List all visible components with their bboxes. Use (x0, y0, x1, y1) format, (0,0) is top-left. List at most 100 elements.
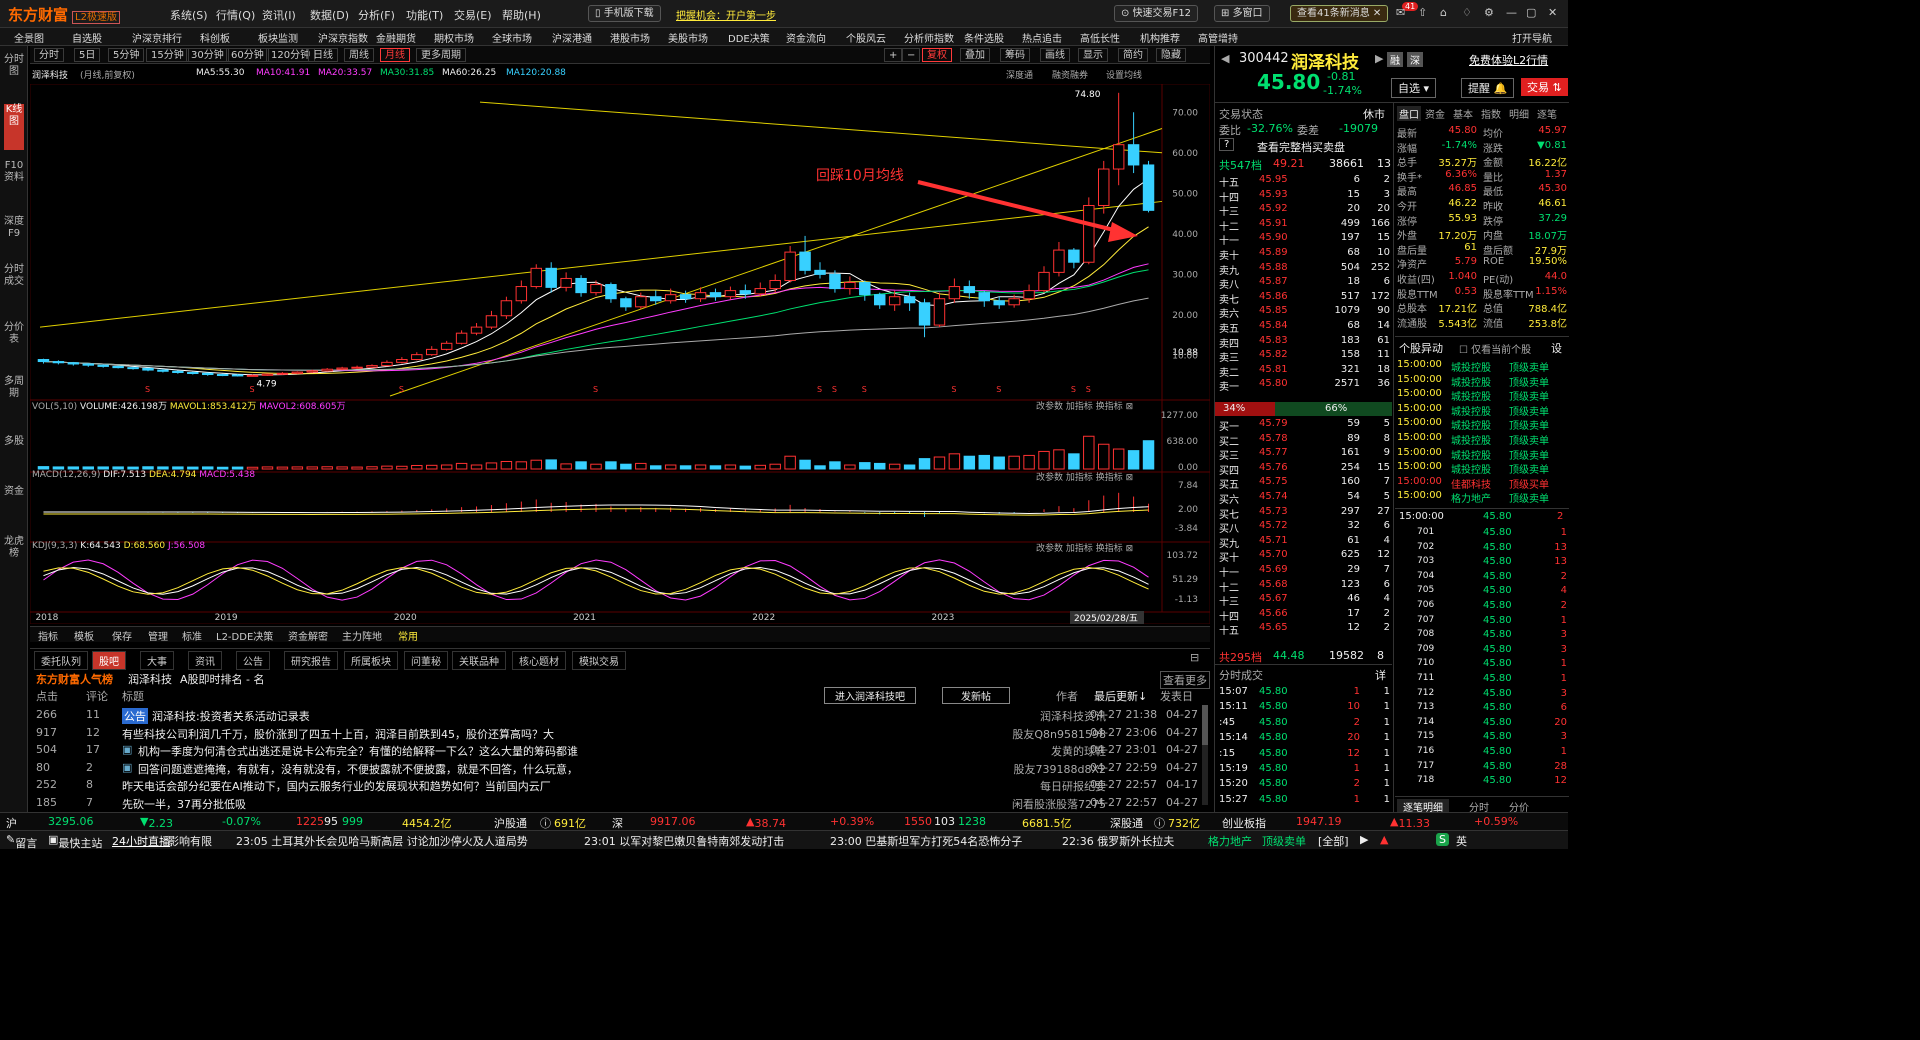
nav-watchlist[interactable]: 自选股 (72, 30, 102, 45)
quote-tab[interactable]: 基本 (1453, 106, 1473, 121)
bid-row[interactable]: 买七 45.73 297 27 (1215, 505, 1392, 521)
leftnav-dragon-tiger[interactable]: 龙虎榜 (4, 536, 24, 580)
tab-template[interactable]: 模板 (70, 628, 98, 643)
zoom-in-button[interactable]: + (884, 48, 903, 62)
hgt-help-icon[interactable]: ⓘ (540, 815, 551, 831)
leftnav-timeshare[interactable]: 分时图 (4, 54, 24, 94)
news-title[interactable]: 有些科技公司利润几千万，股价涨到了四五十上百，润泽目前跌到45，股价还算高吗？大 (122, 726, 554, 742)
cyb-label[interactable]: 创业板指 (1222, 815, 1266, 831)
period-timeshare[interactable]: 分时 (34, 48, 64, 62)
news-title[interactable]: 先砍一半，37再分批低吸 (122, 796, 246, 812)
vol-panel-links[interactable]: 改参数 加指标 换指标 ⊠ (1036, 399, 1133, 412)
promo-link[interactable]: 把握机会：开户第一步 (676, 7, 776, 22)
menu-function[interactable]: 功能(T) (406, 7, 443, 23)
help-icon[interactable]: ? (1219, 138, 1235, 151)
ask-row[interactable]: 十一 45.90 197 15 (1215, 231, 1392, 247)
tab-research[interactable]: 研究报告 (284, 651, 338, 670)
anomaly-row[interactable]: 15:00:00 城投控股 顶级卖单 (1395, 358, 1569, 374)
ma-settings-link[interactable]: 设置均线 (1106, 68, 1142, 81)
tab-simulated[interactable]: 模拟交易 (572, 651, 626, 670)
nav-analyst[interactable]: 分析师指数 (904, 30, 954, 45)
depth-link[interactable]: 深度通 (1006, 68, 1033, 81)
tab-sectors[interactable]: 所属板块 (344, 651, 398, 670)
nav-hk[interactable]: 港股市场 (610, 30, 650, 45)
ticker-all[interactable]: [全部] (1318, 833, 1349, 849)
sgt-help-icon[interactable]: ⓘ (1154, 815, 1165, 831)
ime-lang[interactable]: 英 (1456, 833, 1467, 849)
tab-order-queue[interactable]: 委托队列 (34, 651, 88, 670)
leftnav-capital[interactable]: 资金 (4, 486, 24, 514)
news-row[interactable]: 266 11 公告 润泽科技:投资者关系活动记录表 润泽科技资讯 04-27 21:38 0… (30, 707, 1210, 724)
nav-stock-news[interactable]: 个股风云 (846, 30, 886, 45)
nav-futures[interactable]: 金融期货 (376, 30, 416, 45)
ime-icon[interactable]: S (1436, 833, 1449, 846)
tab-main-force[interactable]: 主力阵地 (338, 628, 386, 643)
tab-capital-decode[interactable]: 资金解密 (284, 628, 332, 643)
bid-row[interactable]: 买一 45.79 59 5 (1215, 417, 1392, 433)
prev-stock-icon[interactable]: ◀ (1221, 52, 1229, 65)
tab-standard[interactable]: 标准 (178, 628, 206, 643)
tab-save[interactable]: 保存 (108, 628, 136, 643)
tab-concepts[interactable]: 核心题材 (512, 651, 566, 670)
leftnav-kline[interactable]: K线图 (4, 104, 24, 150)
menu-trade[interactable]: 交易(E) (454, 7, 492, 23)
period-60min[interactable]: 60分钟 (226, 48, 269, 62)
ask-row[interactable]: 十四 45.93 15 3 (1215, 188, 1392, 204)
nav-sector-monitor[interactable]: 板块监测 (258, 30, 298, 45)
tab-manage[interactable]: 管理 (144, 628, 172, 643)
alert-button[interactable]: 提醒 🔔 (1461, 78, 1515, 98)
live-link[interactable]: 24小时直播 (112, 833, 170, 849)
ticker-play-icon[interactable]: ▶ (1360, 833, 1368, 846)
ask-row[interactable]: 卖五 45.84 68 14 (1215, 319, 1392, 335)
new-post-button[interactable]: 发新帖 (942, 687, 1010, 704)
bid-row[interactable]: 买四 45.76 254 15 (1215, 461, 1392, 477)
menu-info[interactable]: 资讯(I) (262, 7, 296, 23)
hide-button[interactable]: 隐藏 (1156, 48, 1186, 62)
tab-news[interactable]: 资讯 (188, 651, 222, 670)
ask-row[interactable]: 卖七 45.86 517 172 (1215, 290, 1392, 306)
nav-options[interactable]: 期权市场 (434, 30, 474, 45)
bid-row[interactable]: 买六 45.74 54 5 (1215, 490, 1392, 506)
chips-button[interactable]: 筹码 (1000, 48, 1030, 62)
nav-us[interactable]: 美股市场 (668, 30, 708, 45)
anomaly-row[interactable]: 15:00:00 城投控股 顶级卖单 (1395, 431, 1569, 447)
message-button[interactable]: ✎ 留言 (6, 833, 37, 850)
col-date[interactable]: 发表日 (1160, 688, 1193, 704)
period-5day[interactable]: 5日 (74, 48, 101, 62)
ask-row[interactable]: 十五 45.95 6 2 (1215, 173, 1392, 189)
bid-row[interactable]: 买十 45.70 625 12 (1215, 548, 1392, 564)
tab-guba[interactable]: 股吧 (92, 651, 126, 670)
leftnav-f10[interactable]: F10资料 (4, 160, 24, 208)
view-more-button[interactable]: 查看更多 (1160, 671, 1210, 689)
nav-star-market[interactable]: 科创板 (200, 30, 230, 45)
ask-row[interactable]: 十三 45.92 20 20 (1215, 202, 1392, 218)
free-l2-link[interactable]: 免费体验L2行情 (1469, 52, 1548, 68)
nav-capital-flow[interactable]: 资金流向 (786, 30, 826, 45)
settings-icon[interactable]: ⚙ (1484, 6, 1494, 19)
collapse-icon[interactable]: ⊟ (1190, 651, 1199, 664)
current-only-checkbox[interactable]: ☐ 仅看当前个股 (1459, 341, 1531, 356)
trade-button[interactable]: 交易 ⇅ (1521, 78, 1568, 96)
nav-global[interactable]: 全球市场 (492, 30, 532, 45)
col-updated[interactable]: 最后更新↓ (1094, 688, 1147, 704)
nav-institution[interactable]: 机构推荐 (1140, 30, 1180, 45)
simple-button[interactable]: 简约 (1118, 48, 1148, 62)
news-row[interactable]: 917 12 有些科技公司利润几千万，股价涨到了四五十上百，润泽目前跌到45，股价还… (30, 725, 1210, 742)
quote-tab[interactable]: 盘口 (1397, 106, 1421, 121)
bid-row[interactable]: 买五 45.75 160 7 (1215, 475, 1392, 491)
anomaly-row[interactable]: 15:00:00 城投控股 顶级卖单 (1395, 446, 1569, 462)
full-book-link[interactable]: 查看完整档买卖盘 (1257, 139, 1345, 155)
nav-panorama[interactable]: 全景图 (14, 30, 44, 45)
adjust-button[interactable]: 复权 (922, 48, 952, 62)
multi-window-button[interactable]: ⊞ 多窗口 (1214, 5, 1270, 22)
anomaly-row[interactable]: 15:00:00 城投控股 顶级卖单 (1395, 402, 1569, 418)
back-icon[interactable]: ⇧ (1418, 6, 1427, 19)
macd-panel-links[interactable]: 改参数 加指标 换指标 ⊠ (1036, 470, 1133, 483)
anomaly-row[interactable]: 15:00:00 城投控股 顶级卖单 (1395, 416, 1569, 432)
ask-row[interactable]: 卖四 45.83 183 61 (1215, 334, 1392, 350)
bid-row[interactable]: 十四 45.66 17 2 (1215, 607, 1392, 623)
mail-icon[interactable]: ✉ (1396, 6, 1405, 19)
anomaly-row[interactable]: 15:00:00 城投控股 顶级卖单 (1395, 373, 1569, 389)
display-button[interactable]: 显示 (1078, 48, 1108, 62)
overlay-button[interactable]: 叠加 (960, 48, 990, 62)
